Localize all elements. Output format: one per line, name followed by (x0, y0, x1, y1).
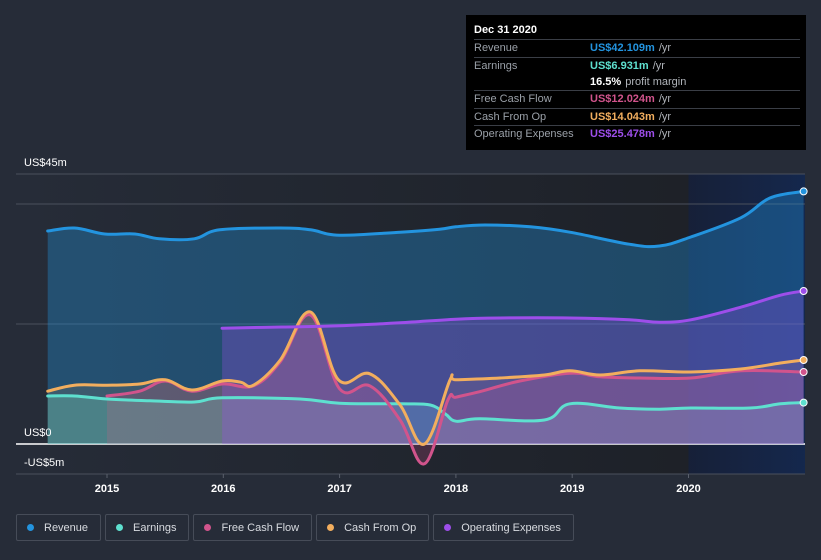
y-tick-label: US$0 (24, 427, 52, 439)
legend-label: Free Cash Flow (221, 521, 300, 534)
free-cash-flow-end-marker (799, 368, 808, 376)
tooltip-row-unit: /yr (658, 128, 672, 141)
tooltip-row-unit: /yr (658, 42, 672, 55)
legend-label: Earnings (133, 521, 177, 534)
tooltip-row-unit: profit margin (625, 76, 687, 88)
tooltip-row-label: Earnings (474, 59, 518, 72)
tooltip-row-value: US$6.931m (590, 59, 649, 72)
tooltip-row-value: US$42.109m (590, 42, 655, 55)
tooltip-row-unit: /yr (658, 93, 672, 106)
legend-dot-icon (204, 524, 212, 531)
tooltip-row: 16.5% profit margin (474, 74, 800, 91)
legend-dot-icon (116, 524, 124, 531)
cash-from-op-end-marker (799, 356, 808, 364)
legend: Revenue Earnings Free Cash Flow Cash From O… (16, 514, 574, 541)
tooltip-row: Operating Expenses US$25.478m/yr (474, 126, 800, 143)
tooltip-row: Revenue US$42.109m/yr (474, 40, 800, 58)
tooltip-row-unit: /yr (652, 59, 665, 72)
x-tick-label: 2018 (444, 483, 468, 495)
tooltip-row-value: US$12.024m (590, 93, 655, 106)
tooltip-row-unit: /yr (658, 110, 672, 123)
legend-item-earnings[interactable]: Earnings (105, 514, 190, 541)
legend-label: Cash From Op (344, 521, 417, 534)
tooltip-row-label: Free Cash Flow (474, 93, 552, 106)
tooltip-row-value: US$25.478m (590, 128, 655, 141)
legend-item-cash-from-op[interactable]: Cash From Op (316, 514, 430, 541)
legend-item-revenue[interactable]: Revenue (16, 514, 102, 541)
x-tick-label: 2016 (211, 483, 235, 495)
tooltip-row-value: US$14.043m (590, 110, 655, 123)
tooltip-row: Free Cash Flow US$12.024m/yr (474, 91, 800, 109)
legend-dot-icon (444, 524, 452, 531)
legend-item-operating-expenses[interactable]: Operating Expenses (433, 514, 574, 541)
tooltip-row-label: Revenue (474, 42, 519, 55)
x-tick-label: 2017 (327, 483, 351, 495)
x-tick-label: 2019 (560, 483, 584, 495)
y-tick-label: -US$5m (24, 457, 64, 469)
y-tick-label: US$45m (24, 157, 67, 169)
x-tick-label: 2020 (676, 483, 700, 495)
x-tick-label: 2015 (95, 483, 119, 495)
tooltip: Dec 31 2020 Revenue US$42.109m/yr Earnings… (466, 15, 806, 150)
operating-expenses-end-marker (799, 287, 808, 295)
earnings-end-marker (799, 398, 808, 407)
tooltip-row-value: 16.5% (590, 76, 622, 88)
legend-item-free-cash-flow[interactable]: Free Cash Flow (193, 514, 313, 541)
tooltip-row-label: Operating Expenses (474, 128, 574, 141)
revenue-end-marker (799, 187, 808, 196)
legend-dot-icon (27, 524, 34, 531)
tooltip-row: Cash From Op US$14.043m/yr (474, 109, 800, 126)
tooltip-date: Dec 31 2020 (474, 23, 800, 40)
legend-label: Revenue (44, 521, 89, 534)
tooltip-row: Earnings US$6.931m/yr (474, 58, 800, 75)
tooltip-row-label: Cash From Op (474, 110, 547, 123)
legend-label: Operating Expenses (461, 521, 561, 534)
legend-dot-icon (327, 524, 335, 531)
